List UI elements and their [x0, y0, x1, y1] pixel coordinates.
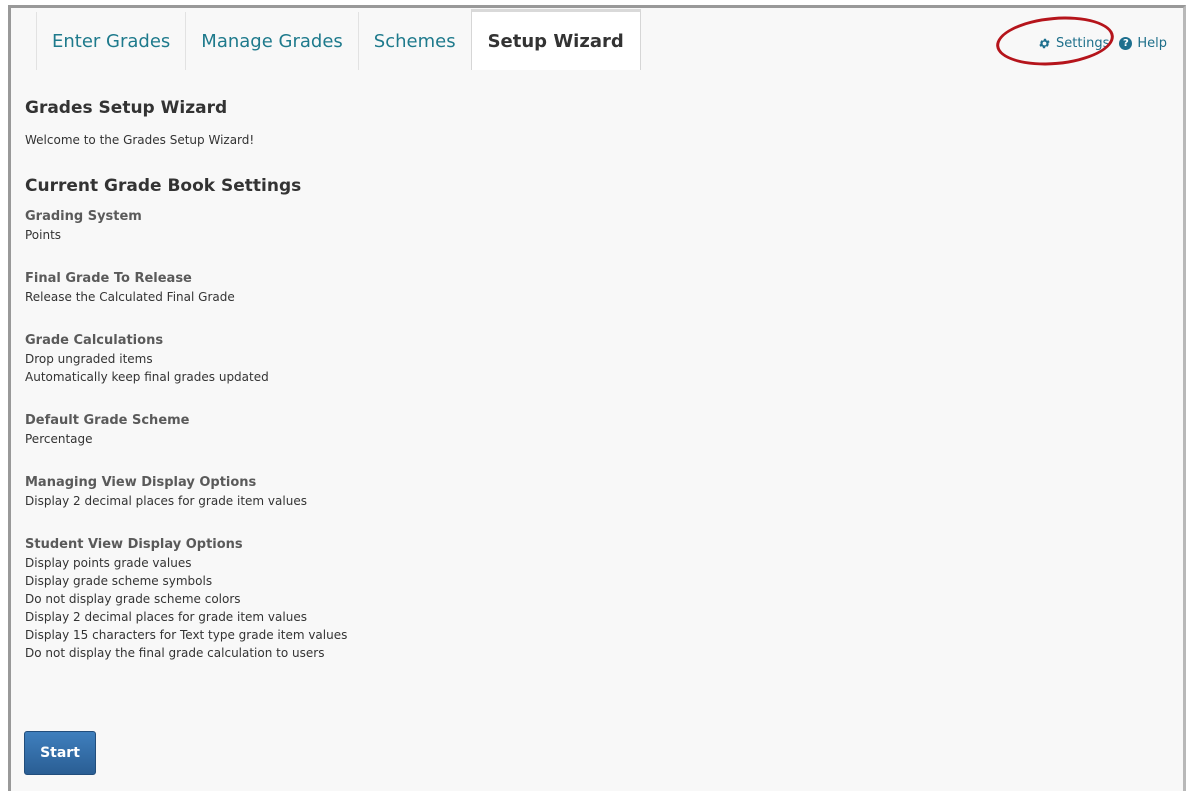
section-title: Current Grade Book Settings [25, 176, 302, 196]
setting-default-grade-scheme: Default Grade Scheme Percentage [25, 412, 1170, 448]
welcome-text: Welcome to the Grades Setup Wizard! [25, 133, 255, 147]
setting-value: Automatically keep final grades updated [25, 370, 269, 384]
setting-managing-view-display: Managing View Display Options Display 2 … [25, 474, 1170, 510]
setting-value: Points [25, 228, 62, 242]
setting-value: Display 2 decimal places for grade item … [25, 494, 307, 508]
setting-label: Grading System [25, 209, 142, 224]
setting-label: Student View Display Options [25, 537, 243, 552]
start-button[interactable]: Start [24, 731, 96, 775]
setting-value: Do not display grade scheme colors [25, 592, 241, 606]
setting-value: Percentage [25, 432, 93, 446]
tab-bar: Enter Grades Manage Grades Schemes Setup… [36, 9, 641, 70]
setting-value: Display grade scheme symbols [25, 574, 213, 588]
help-icon: ? [1119, 37, 1133, 50]
setting-value: Display 2 decimal places for grade item … [25, 610, 307, 624]
tab-setup-wizard[interactable]: Setup Wizard [470, 9, 641, 70]
setting-label: Default Grade Scheme [25, 413, 190, 428]
setting-label: Grade Calculations [25, 333, 164, 348]
help-label: Help [1137, 36, 1167, 51]
setting-value: Do not display the final grade calculati… [25, 646, 325, 660]
tab-manage-grades[interactable]: Manage Grades [185, 12, 357, 70]
setting-label: Managing View Display Options [25, 475, 257, 490]
setting-value: Display 15 characters for Text type grad… [25, 628, 348, 642]
setting-student-view-display: Student View Display Options Display poi… [25, 536, 1170, 662]
setting-value: Drop ungraded items [25, 352, 153, 366]
help-link[interactable]: ? Help [1119, 36, 1167, 51]
setting-grading-system: Grading System Points [25, 208, 1170, 244]
page-title: Grades Setup Wizard [25, 98, 228, 118]
setting-value: Release the Calculated Final Grade [25, 290, 235, 304]
setting-label: Final Grade To Release [25, 271, 192, 286]
setting-grade-calculations: Grade Calculations Drop ungraded items A… [25, 332, 1170, 386]
setting-final-grade-release: Final Grade To Release Release the Calcu… [25, 270, 1170, 306]
wizard-content: Grades Setup Wizard Welcome to the Grade… [25, 98, 1170, 662]
tab-schemes[interactable]: Schemes [357, 12, 471, 70]
tab-enter-grades[interactable]: Enter Grades [36, 12, 185, 70]
setting-value: Display points grade values [25, 556, 192, 570]
